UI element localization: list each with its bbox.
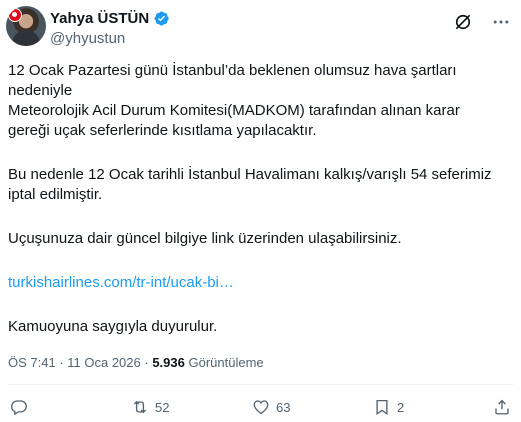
flag-badge-icon bbox=[8, 8, 22, 22]
more-icon[interactable] bbox=[491, 12, 511, 32]
bookmark-button[interactable]: 2 bbox=[373, 398, 404, 416]
share-button[interactable] bbox=[493, 398, 511, 416]
reply-icon bbox=[11, 400, 27, 416]
display-name[interactable]: Yahya ÜSTÜN bbox=[50, 10, 149, 27]
like-button[interactable]: 63 bbox=[252, 398, 290, 416]
meta-separator: · bbox=[140, 355, 153, 370]
tweet-time[interactable]: ÖS 7:41 bbox=[8, 355, 56, 370]
retweet-icon bbox=[133, 400, 147, 414]
tweet-paragraph-2: Bu nedenle 12 Ocak tarihli İstanbul Hava… bbox=[8, 166, 492, 203]
divider bbox=[8, 384, 513, 385]
grok-icon[interactable] bbox=[453, 12, 473, 32]
action-bar: 52 63 2 bbox=[0, 398, 521, 422]
like-count: 63 bbox=[276, 399, 291, 415]
verified-badge-icon[interactable] bbox=[153, 10, 170, 27]
tweet-body: 12 Ocak Pazartesi günü İstanbul’da bekle… bbox=[8, 61, 513, 337]
tweet-paragraph-3: Uçuşunuza dair güncel bilgiye link üzeri… bbox=[8, 230, 402, 247]
views-label: Görüntüleme bbox=[188, 355, 264, 370]
tweet-header: Yahya ÜSTÜN @yhyustun bbox=[6, 6, 515, 50]
bookmark-icon bbox=[376, 399, 388, 416]
meta-separator: · bbox=[55, 355, 68, 370]
tweet-paragraph-1: 12 Ocak Pazartesi günü İstanbul’da bekle… bbox=[8, 62, 460, 139]
tweet-meta: ÖS 7:41 · 11 Oca 2026 · 5.936 Görüntülem… bbox=[8, 355, 264, 370]
tweet-date[interactable]: 11 Oca 2026 bbox=[67, 355, 140, 370]
retweet-count: 52 bbox=[155, 399, 170, 415]
bookmark-count: 2 bbox=[397, 399, 405, 415]
tweet-link[interactable]: turkishairlines.com/tr-int/ucak-bi… bbox=[8, 274, 234, 291]
avatar[interactable] bbox=[6, 6, 46, 46]
avatar-figure bbox=[12, 30, 40, 46]
heart-icon bbox=[253, 400, 269, 415]
tweet-paragraph-4: Kamuoyuna saygıyla duyurulur. bbox=[8, 318, 218, 335]
author-block: Yahya ÜSTÜN @yhyustun bbox=[50, 8, 170, 47]
author-handle[interactable]: @yhyustun bbox=[50, 30, 170, 47]
reply-button[interactable] bbox=[10, 398, 28, 416]
retweet-button[interactable]: 52 bbox=[131, 398, 169, 416]
views-count: 5.936 bbox=[152, 355, 185, 370]
share-icon bbox=[495, 399, 509, 415]
